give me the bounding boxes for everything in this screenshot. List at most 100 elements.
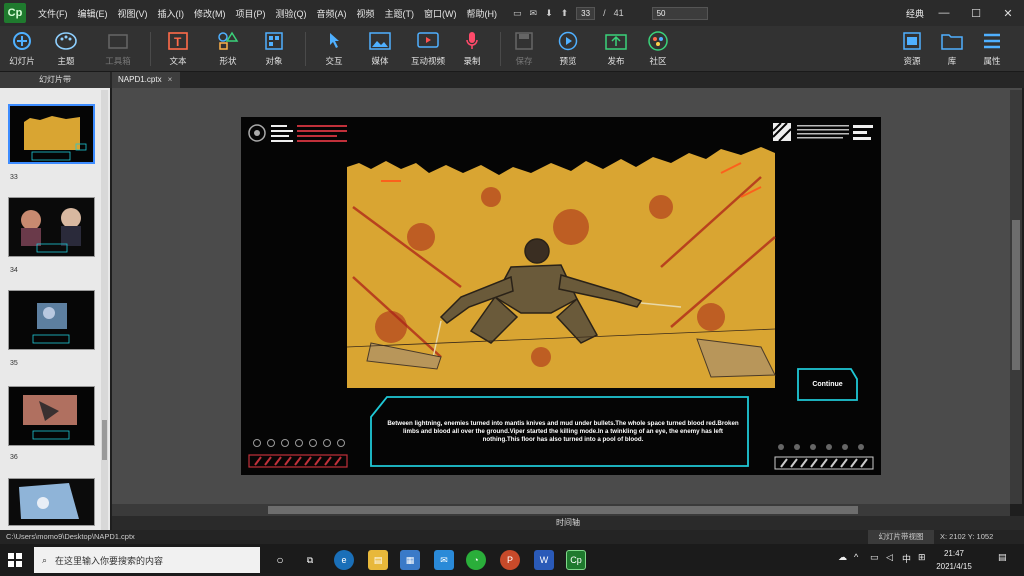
network-icon[interactable]: ▭ <box>870 552 879 563</box>
shapes-icon <box>217 30 239 52</box>
stage-vertical-scrollbar[interactable] <box>1010 90 1022 504</box>
objects-button[interactable]: 对象 <box>252 28 296 70</box>
themes-button[interactable]: 主题 <box>44 28 88 70</box>
preview-button[interactable]: 预览 <box>546 28 590 70</box>
interactive-video-button[interactable]: 互动视频 <box>406 28 450 70</box>
cortana-icon[interactable]: ○ <box>270 550 290 570</box>
windows-taskbar: ⌕ 在这里输入你要搜索的内容 ○ ⧉ e ▤ ▦ ✉ ◔ P W Cp ☁ ^ … <box>0 544 1024 576</box>
menu-file[interactable]: 文件(F) <box>38 7 68 20</box>
edge-icon[interactable]: e <box>334 550 354 570</box>
palette-icon <box>55 30 77 52</box>
pointer-icon <box>323 30 345 52</box>
taskbar-search-input[interactable]: ⌕ 在这里输入你要搜索的内容 <box>34 547 260 573</box>
minimize-button[interactable]: — <box>928 7 960 19</box>
community-button[interactable]: 社区 <box>636 28 680 70</box>
record-button[interactable]: 录制 <box>450 28 494 70</box>
menu-modify[interactable]: 修改(M) <box>194 7 226 20</box>
toolbox-button[interactable]: 工具箱 <box>96 28 140 70</box>
svg-text:T: T <box>174 35 182 49</box>
slide-thumbnail[interactable] <box>8 386 95 446</box>
slide-thumbnail[interactable] <box>8 478 95 526</box>
screen-icon[interactable]: ▭ <box>513 8 522 19</box>
file-explorer-icon[interactable]: ▤ <box>368 550 388 570</box>
library-button[interactable]: 库 <box>930 28 974 70</box>
add-slide-icon <box>11 30 33 52</box>
menu-view[interactable]: 视图(V) <box>118 7 148 20</box>
input-method-indicator[interactable]: 中 <box>902 552 911 565</box>
view-mode[interactable]: 幻灯片带视图 <box>868 530 934 544</box>
document-tab[interactable]: NAPD1.cptx × <box>112 72 180 88</box>
slides-button[interactable]: 幻灯片 <box>0 28 44 70</box>
slide-separator: / <box>603 8 606 18</box>
task-view-icon[interactable]: ⧉ <box>300 550 320 570</box>
word-icon[interactable]: W <box>534 550 554 570</box>
menu-theme[interactable]: 主题(T) <box>385 7 415 20</box>
file-path: C:\Users\momo9\Desktop\NAPD1.cptx <box>6 532 135 541</box>
mail-icon[interactable]: ✉ <box>434 550 454 570</box>
slide-canvas[interactable]: Continue Between lightning, enemies turn… <box>241 117 881 475</box>
slide-number: 34 <box>10 267 18 274</box>
notifications-icon[interactable]: ▤ <box>998 552 1007 563</box>
close-tab-icon[interactable]: × <box>168 75 173 84</box>
text-icon: T <box>167 30 189 52</box>
keyboard-icon[interactable]: ⊞ <box>918 552 926 563</box>
text-button[interactable]: T 文本 <box>156 28 200 70</box>
microphone-icon <box>461 30 483 52</box>
taskbar-clock[interactable]: 21:47 2021/4/15 <box>928 547 980 573</box>
ribbon-toolbar: 幻灯片 主题 工具箱 T 文本 形状 对象 交互 媒体 互动视频 录制 保存 预… <box>0 26 1024 72</box>
cloud-icon[interactable]: ☁ <box>838 552 847 563</box>
slide-number: 36 <box>10 454 18 461</box>
properties-button[interactable]: 属性 <box>970 28 1014 70</box>
scrollbar-thumb[interactable] <box>268 506 858 514</box>
menu-quiz[interactable]: 测验(Q) <box>276 7 307 20</box>
play-icon <box>557 30 579 52</box>
assets-button[interactable]: 资源 <box>890 28 934 70</box>
media-button[interactable]: 媒体 <box>358 28 402 70</box>
menu-bar: Cp 文件(F) 编辑(E) 视图(V) 插入(I) 修改(M) 项目(P) 测… <box>0 0 1024 26</box>
volume-icon[interactable]: ◁ <box>886 552 893 563</box>
menu-help[interactable]: 帮助(H) <box>467 7 498 20</box>
interactions-button[interactable]: 交互 <box>312 28 356 70</box>
arrow-down-icon[interactable]: ⬇ <box>545 8 553 19</box>
menu-edit[interactable]: 编辑(E) <box>78 7 108 20</box>
community-icon <box>647 30 669 52</box>
windows-start-icon[interactable] <box>8 553 22 567</box>
menu-insert[interactable]: 插入(I) <box>158 7 185 20</box>
tray-arrow-icon[interactable]: ^ <box>854 552 858 562</box>
publish-button[interactable]: 发布 <box>594 28 638 70</box>
shapes-button[interactable]: 形状 <box>206 28 250 70</box>
scrollbar-thumb[interactable] <box>1012 220 1020 370</box>
publish-icon <box>605 30 627 52</box>
store-icon[interactable]: ▦ <box>400 550 420 570</box>
continue-button[interactable]: Continue <box>798 369 857 400</box>
scrollbar-thumb[interactable] <box>102 420 107 460</box>
quick-nav: ▭ ✉ ⬇ ⬆ 33 / 41 50 <box>513 6 708 20</box>
close-button[interactable]: ✕ <box>992 7 1024 20</box>
arrow-up-icon[interactable]: ⬆ <box>561 8 569 19</box>
caption-text: Between lightning, enemies turned into m… <box>387 420 739 443</box>
stage-horizontal-scrollbar[interactable] <box>112 504 1010 516</box>
timeline-tab[interactable]: 时间轴 <box>112 516 1024 530</box>
workspace-mode[interactable]: 经典 <box>906 7 924 20</box>
menu-window[interactable]: 窗口(W) <box>424 7 457 20</box>
slide-thumbnail[interactable] <box>8 197 95 257</box>
menu-audio[interactable]: 音频(A) <box>317 7 347 20</box>
search-icon: ⌕ <box>42 554 48 565</box>
captivate-icon[interactable]: Cp <box>566 550 586 570</box>
slide-thumbnail[interactable] <box>8 290 95 350</box>
maximize-button[interactable]: ☐ <box>960 7 992 20</box>
powerpoint-icon[interactable]: P <box>500 550 520 570</box>
zoom-select[interactable]: 50 <box>651 6 708 20</box>
save-button[interactable]: 保存 <box>502 28 546 70</box>
menu-project[interactable]: 项目(P) <box>236 7 266 20</box>
menu-video[interactable]: 视频 <box>357 7 375 20</box>
slide-thumbnail[interactable] <box>8 104 95 164</box>
current-slide-input[interactable]: 33 <box>576 6 596 20</box>
filmstrip-scrollbar[interactable] <box>101 90 108 530</box>
wechat-icon[interactable]: ◔ <box>466 550 486 570</box>
app-logo: Cp <box>4 3 26 23</box>
status-bar: C:\Users\momo9\Desktop\NAPD1.cptx 幻灯片带视图… <box>0 530 1024 544</box>
mail-icon[interactable]: ✉ <box>530 8 538 19</box>
folder-icon <box>941 30 963 52</box>
toolbox-icon <box>107 30 129 52</box>
